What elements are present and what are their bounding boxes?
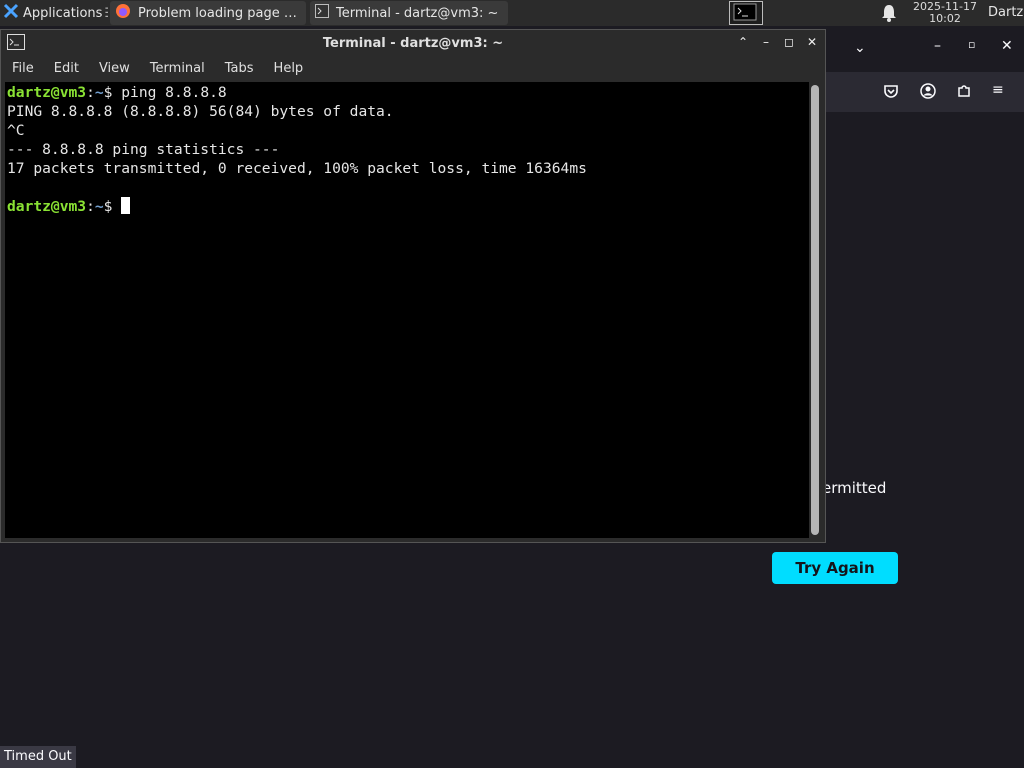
prompt-path: ~: [94, 84, 104, 101]
applications-label: Applications: [23, 5, 103, 21]
prompt-user: dartz@vm3: [7, 198, 87, 215]
output-line: PING 8.8.8.8 (8.8.8.8) 56(84) bytes of d…: [7, 103, 394, 120]
menu-view[interactable]: View: [99, 58, 139, 80]
minimize-icon[interactable]: –: [758, 34, 774, 50]
terminal-output[interactable]: dartz@vm3:~$ ping 8.8.8.8 PING 8.8.8.8 (…: [5, 82, 809, 538]
account-icon[interactable]: [920, 83, 936, 103]
extensions-icon[interactable]: [956, 83, 972, 103]
minimize-icon[interactable]: –: [934, 38, 941, 54]
list-all-tabs-icon[interactable]: ⌄: [854, 40, 866, 56]
terminal-scrollbar[interactable]: [811, 85, 819, 535]
terminal-title: Terminal - dartz@vm3: ~: [322, 36, 504, 51]
prompt-symbol: $: [103, 84, 122, 101]
clock[interactable]: 2025-11-17 10:02: [908, 1, 982, 25]
terminal-menubar: File Edit View Terminal Tabs Help: [1, 58, 312, 80]
terminal-window: Terminal - dartz@vm3: ~ ⌃ – ◻ ✕ File Edi…: [0, 29, 826, 543]
text-cursor: [121, 197, 131, 214]
workspace-switcher[interactable]: [729, 1, 763, 25]
menu-tabs[interactable]: Tabs: [225, 58, 263, 80]
menu-edit[interactable]: Edit: [54, 58, 88, 80]
taskbar-item-firefox[interactable]: Problem loading page …: [110, 1, 306, 25]
xfce-logo-icon: [3, 3, 19, 23]
output-line: --- 8.8.8.8 ping statistics ---: [7, 141, 280, 158]
clock-time: 10:02: [929, 12, 961, 25]
shade-icon[interactable]: ⌃: [735, 34, 751, 50]
menu-chevron-icon: ☰: [104, 6, 108, 21]
hamburger-menu-icon[interactable]: ≡: [992, 82, 1004, 98]
taskbar-item-label: Terminal - dartz@vm3: ~: [336, 5, 499, 21]
notification-bell-icon[interactable]: [881, 4, 897, 26]
taskbar-item-label: Problem loading page …: [138, 5, 297, 21]
close-icon[interactable]: ✕: [804, 34, 820, 50]
close-icon[interactable]: ✕: [1001, 38, 1013, 54]
terminal-titlebar[interactable]: Terminal - dartz@vm3: ~ ⌃ – ◻ ✕: [1, 30, 825, 56]
menu-file[interactable]: File: [12, 58, 43, 80]
terminal-icon: [315, 4, 329, 22]
firefox-tab-bar: ⌄ – ▫ ✕: [826, 26, 1024, 70]
status-text: Timed Out: [0, 746, 76, 768]
prompt-symbol: $: [103, 198, 122, 215]
firefox-icon: [115, 3, 131, 23]
prompt-separator: :: [86, 84, 95, 101]
firefox-toolbar: ≡: [826, 72, 1024, 112]
menu-terminal[interactable]: Terminal: [150, 58, 214, 80]
user-menu[interactable]: Dartz: [988, 0, 1023, 26]
top-panel: Applications ☰ Problem loading page … Te…: [0, 0, 1024, 26]
prompt-path: ~: [94, 198, 104, 215]
pocket-icon[interactable]: [883, 83, 899, 103]
maximize-icon[interactable]: ▫: [968, 38, 975, 51]
prompt-user: dartz@vm3: [7, 84, 87, 101]
terminal-thumbnail-icon: [733, 3, 757, 21]
error-message-partial: ermitted: [822, 479, 887, 497]
applications-menu-button[interactable]: Applications ☰: [0, 0, 108, 26]
menu-help[interactable]: Help: [274, 58, 313, 80]
command-text: ping 8.8.8.8: [121, 84, 227, 101]
output-line: ^C: [7, 122, 25, 139]
prompt-separator: :: [86, 198, 95, 215]
output-line: 17 packets transmitted, 0 received, 100%…: [7, 160, 587, 177]
maximize-icon[interactable]: ◻: [781, 34, 797, 50]
try-again-button[interactable]: Try Again: [772, 552, 898, 584]
taskbar-item-terminal[interactable]: Terminal - dartz@vm3: ~: [310, 1, 508, 25]
